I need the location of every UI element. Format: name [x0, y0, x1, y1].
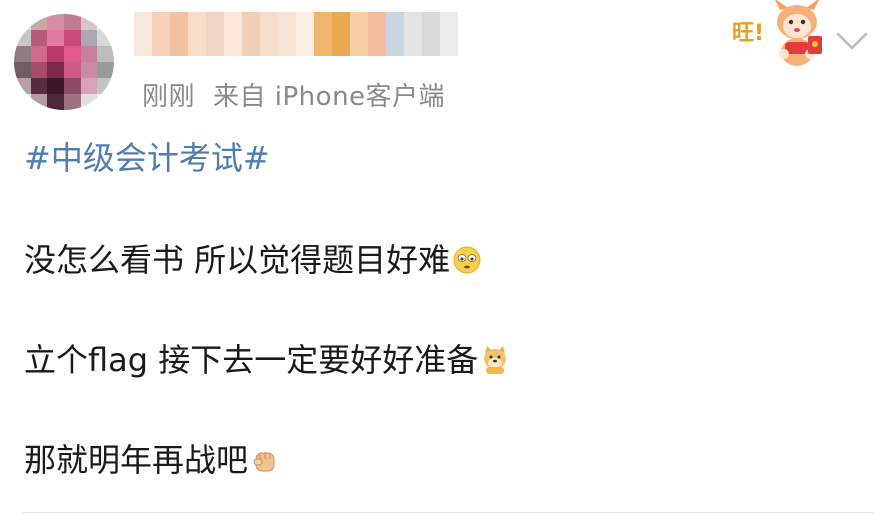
topic-hashtag[interactable]: #中级会计考试# — [24, 134, 270, 182]
dog-sticker-icon: 旺! — [732, 0, 822, 66]
username-blurred[interactable] — [134, 12, 458, 56]
sticker-text: 旺! — [732, 21, 764, 46]
post-line-3-text: 那就明年再战吧 — [24, 441, 249, 479]
post-line-2: 立个flag 接下去一定要好好准备 — [24, 336, 510, 384]
post-line-1: 没怎么看书 所以觉得题目好难 — [24, 236, 482, 284]
chevron-down-icon[interactable] — [834, 28, 870, 52]
post-divider — [22, 512, 874, 513]
post-source[interactable]: 来自 iPhone客户端 — [213, 82, 445, 112]
post-time: 刚刚 — [142, 82, 196, 112]
post-meta: 刚刚 来自 iPhone客户端 — [142, 76, 445, 113]
post-line-1-text: 没怎么看书 所以觉得题目好难 — [24, 241, 451, 279]
doge-emoji-icon — [484, 346, 507, 374]
weibo-post: 刚刚 来自 iPhone客户端 旺! #中级会计考试# 没怎么看书 所以觉得题目好… — [0, 0, 896, 522]
user-avatar[interactable] — [14, 14, 114, 110]
fist-emoji-icon — [253, 452, 275, 472]
post-line-2-text: 立个flag 接下去一定要好好准备 — [24, 341, 479, 379]
dizzy-face-emoji-icon — [453, 246, 481, 274]
post-line-3: 那就明年再战吧 — [24, 436, 280, 484]
